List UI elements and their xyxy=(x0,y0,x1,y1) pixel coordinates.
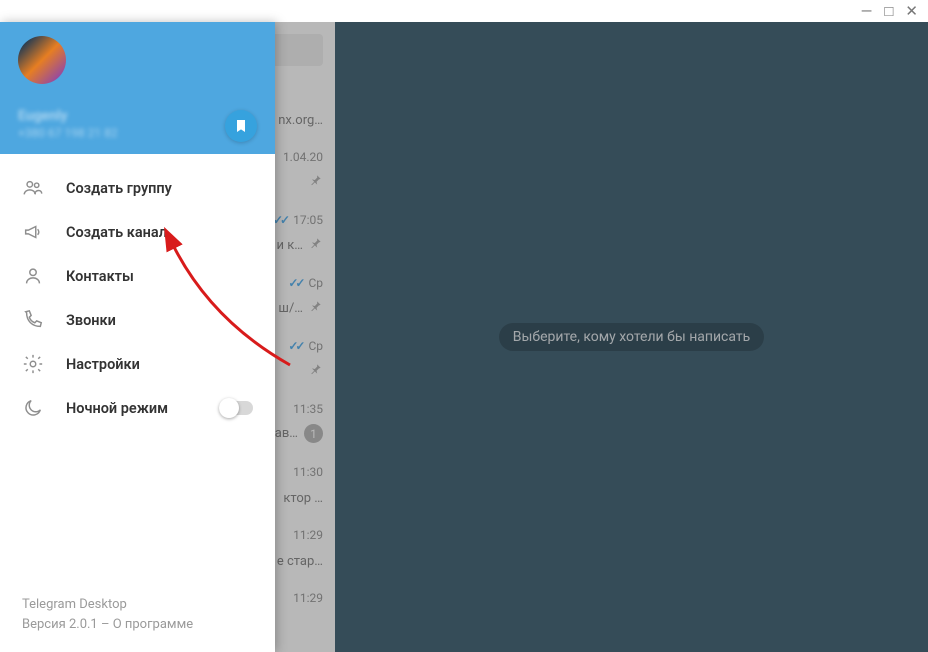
drawer-header: Eugenly +380 67 198 21 82 xyxy=(0,22,275,154)
drawer-footer: Telegram Desktop Версия 2.0.1 – О програ… xyxy=(0,581,275,652)
window-close-button[interactable]: ✕ xyxy=(905,4,918,19)
avatar[interactable] xyxy=(18,36,66,84)
menu-label: Создать группу xyxy=(66,180,172,197)
moon-icon xyxy=(22,397,44,419)
profile-name: Eugenly xyxy=(18,108,118,124)
menu-label: Создать канал xyxy=(66,224,167,241)
menu-label: Ночной режим xyxy=(66,400,168,417)
menu-item-settings[interactable]: Настройки xyxy=(0,342,275,386)
menu-item-night-mode[interactable]: Ночной режим xyxy=(0,386,275,430)
profile-phone: +380 67 198 21 82 xyxy=(18,126,118,140)
app-window: — □ ✕ nx.org… 1.04.20 ✓✓17:05 и к… ✓✓Ср xyxy=(0,0,928,652)
night-mode-toggle[interactable] xyxy=(219,401,253,415)
window-minimize-button[interactable]: — xyxy=(861,4,873,19)
menu-list: Создать группу Создать канал Контакты Зв… xyxy=(0,154,275,442)
menu-label: Контакты xyxy=(66,268,134,285)
gear-icon xyxy=(22,353,44,375)
drawer-menu: Eugenly +380 67 198 21 82 Создать группу… xyxy=(0,22,275,652)
phone-icon xyxy=(22,309,44,331)
window-maximize-button[interactable]: □ xyxy=(884,4,893,19)
app-name: Telegram Desktop xyxy=(22,595,253,615)
saved-messages-button[interactable] xyxy=(225,110,257,142)
menu-item-contacts[interactable]: Контакты xyxy=(0,254,275,298)
megaphone-icon xyxy=(22,221,44,243)
menu-label: Настройки xyxy=(66,356,140,373)
bookmark-icon xyxy=(233,118,249,134)
menu-label: Звонки xyxy=(66,312,116,329)
person-icon xyxy=(22,265,44,287)
menu-item-new-channel[interactable]: Создать канал xyxy=(0,210,275,254)
menu-item-calls[interactable]: Звонки xyxy=(0,298,275,342)
titlebar: — □ ✕ xyxy=(0,0,928,22)
app-version[interactable]: Версия 2.0.1 – О программе xyxy=(22,615,253,635)
menu-item-new-group[interactable]: Создать группу xyxy=(0,166,275,210)
group-icon xyxy=(22,177,44,199)
